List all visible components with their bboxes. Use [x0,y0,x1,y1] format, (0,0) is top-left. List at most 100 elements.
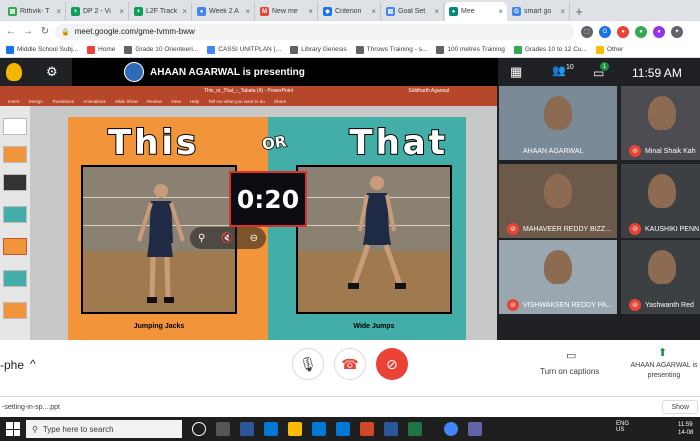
participant-tile[interactable]: ⊘ Yashwanth Red [621,240,700,314]
browser-tab[interactable]: ● Mee × [445,2,507,21]
tab-close-icon[interactable]: × [308,7,313,16]
ribbon-tab[interactable]: View [171,99,181,104]
extension-icon-red[interactable]: ● [617,25,629,38]
tab-close-icon[interactable]: × [56,7,61,16]
ribbon-tab[interactable]: Insert [8,99,20,104]
presenting-label[interactable]: AHAAN AGARWAL is presenting [628,361,700,381]
user-avatar[interactable] [6,63,22,81]
participant-tile[interactable]: ⊘ Minal Shaik Kah [621,86,700,160]
new-tab-button[interactable]: + [571,2,587,21]
slide-title-left: This [107,122,200,164]
bookmark-item[interactable]: CASSI UNITPLAN (... [207,45,281,54]
extension-icon-purple[interactable]: ● [653,25,665,38]
bookmark-item[interactable]: Home [87,45,115,54]
participant-tile[interactable]: AHAAN AGARWAL [499,86,617,160]
task-view-icon[interactable] [216,422,230,436]
pin-icon[interactable]: ⚲ [198,233,205,244]
tab-close-icon[interactable]: × [119,7,124,16]
captions-icon[interactable]: ▭ [566,349,576,362]
tab-close-icon[interactable]: × [371,7,376,16]
chevron-up-icon[interactable]: ^ [30,357,36,371]
participant-grid: AHAAN AGARWAL ⊘ Minal Shaik Kah ⊘ MAHAVEER R… [497,86,700,340]
show-all-button[interactable]: Show [662,400,698,414]
present-icon[interactable]: ⬆ [658,346,667,359]
ribbon-tab[interactable]: Transitions [52,99,74,104]
powerpoint-icon[interactable] [360,422,374,436]
bookmark-item[interactable]: Grades 10 to 12 Cu... [513,45,587,54]
extension-icon-green[interactable]: ● [635,25,647,38]
taskbar-clock[interactable]: 11:59 14-08 [678,421,693,437]
participants-icon[interactable]: 👥 [552,64,566,77]
slide-thumbnail[interactable] [3,302,27,319]
browser-tab[interactable]: ● Week 2 A × [193,2,255,21]
tab-close-icon[interactable]: × [245,7,250,16]
slide-thumbnail[interactable] [3,146,27,163]
browser-tab[interactable]: + L2F Track × [130,2,192,21]
captions-label[interactable]: Turn on captions [540,367,599,376]
bookmark-item[interactable]: Grade 10 Orienteeri... [124,45,198,54]
participant-tile[interactable]: ⊘ KAUSHIKI PENN [621,164,700,238]
bookmark-item[interactable]: Other [595,45,623,54]
camera-button[interactable]: ⊘ [376,348,408,380]
tab-close-icon[interactable]: × [182,7,187,16]
tab-favicon-icon: ◆ [323,7,332,16]
browser-tab[interactable]: M New me × [256,2,318,21]
ribbon-tab[interactable]: Design [29,99,43,104]
mail-icon[interactable] [336,422,350,436]
edge-icon[interactable] [264,422,278,436]
browser-tab-strip: ▤ Rithvik- T × + DP 2 - Vi × + L2F Track × ● Week … [0,0,700,21]
ribbon-tab[interactable]: Help [190,99,199,104]
bookmark-item[interactable]: 100 metres Training [436,45,505,54]
leave-call-button[interactable]: ☎ [334,348,366,380]
microphone-icon: 🎙 [299,355,317,372]
back-icon[interactable]: ← [4,25,18,39]
ribbon-tab[interactable]: Share [274,99,286,104]
remove-icon[interactable]: ⊖ [250,233,258,244]
participant-tile[interactable]: ⊘ MAHAVEER REDDY BIZZ... [499,164,617,238]
browser-tab[interactable]: Gsmart go × [508,2,570,21]
browser-tab[interactable]: ▤ Goal Set × [382,2,444,21]
reload-icon[interactable]: ↻ [38,25,52,39]
tab-close-icon[interactable]: × [560,7,565,16]
browser-tab[interactable]: ▤ Rithvik- T × [4,2,66,21]
puzzle-icon[interactable]: ✦ [671,25,683,38]
extension-icon-g[interactable]: G [599,25,611,38]
extension-icon[interactable]: ⬚ [581,25,593,38]
system-tray[interactable]: ENG US [616,421,629,433]
chrome-icon[interactable] [444,422,458,436]
slide-thumbnail-selected[interactable] [3,238,27,255]
ribbon-tab[interactable]: Animations [83,99,106,104]
excel-icon[interactable] [408,422,422,436]
taskbar-search[interactable]: ⚲ Type here to search [26,420,182,438]
mute-icon[interactable]: 🔇 [221,233,233,244]
tab-close-icon[interactable]: × [434,7,439,16]
word-icon-2[interactable] [384,422,398,436]
participant-tile[interactable]: ⊘ VISHWAKSEN REDDY PA... [499,240,617,314]
slide-thumbnail[interactable] [3,206,27,223]
windows-start-icon[interactable] [6,422,20,436]
ribbon-tab[interactable]: Tell me what you want to do [208,99,265,104]
tab-close-icon[interactable]: × [498,7,503,16]
bookmark-item[interactable]: Middle School Subj... [6,45,78,54]
cortana-icon[interactable] [192,422,206,436]
ribbon-tab[interactable]: Slide Show [115,99,138,104]
file-explorer-icon[interactable] [288,422,302,436]
address-bar[interactable]: 🔒 meet.google.com/gme-tvmm-bww [55,23,575,40]
browser-tab[interactable]: + DP 2 - Vi × [67,2,129,21]
word-icon[interactable] [240,422,254,436]
layout-grid-icon[interactable]: ▦ [510,64,522,80]
settings-gear-icon[interactable]: ⚙ [46,64,58,80]
slide-thumbnail[interactable] [3,174,27,191]
store-icon[interactable] [312,422,326,436]
browser-tab[interactable]: ◆ Criterion × [319,2,381,21]
bookmark-item[interactable]: Throws Training - s... [355,45,427,54]
forward-icon[interactable]: → [21,25,35,39]
ribbon-tab[interactable]: Review [147,99,162,104]
meeting-code[interactable]: -phe [0,358,24,372]
microphone-button[interactable]: 🎙 [292,348,324,380]
teams-icon[interactable] [468,422,482,436]
slide-thumbnail[interactable] [3,118,27,135]
bookmark-item[interactable]: Library Genesis [290,45,347,54]
slide-thumbnail[interactable] [3,270,27,287]
download-item[interactable]: -setting-in-sp....ppt [2,404,60,411]
